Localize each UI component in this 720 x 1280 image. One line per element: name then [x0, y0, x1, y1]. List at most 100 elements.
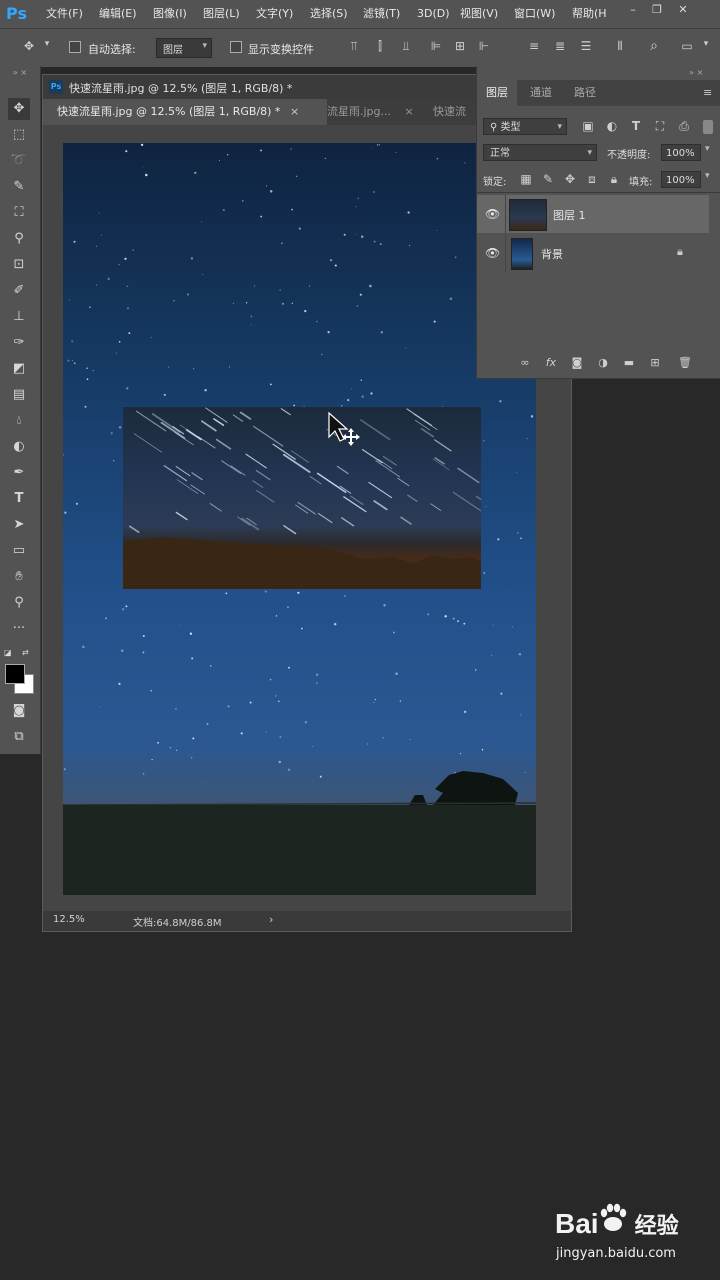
filter-toggle-icon[interactable] — [703, 120, 713, 134]
healing-tool-icon[interactable]: ⊡ — [8, 254, 30, 276]
link-layers-icon[interactable]: ∞ — [517, 356, 533, 370]
tab-channels[interactable]: 通道 — [521, 80, 561, 106]
quick-select-tool-icon[interactable]: ✎ — [8, 176, 30, 198]
type-tool-icon[interactable]: T — [8, 488, 30, 510]
menu-select[interactable]: 选择(S) — [310, 0, 348, 28]
filter-adjustment-icon[interactable]: ◐ — [605, 119, 619, 133]
opacity-input[interactable]: 100% — [661, 144, 701, 161]
align-vcenter-icon[interactable]: ⫿ — [372, 39, 388, 54]
new-layer-icon[interactable]: ⊞ — [647, 356, 663, 370]
move-tool-icon[interactable]: ✥ — [8, 98, 30, 120]
add-mask-icon[interactable]: ◙ — [569, 356, 585, 370]
distribute-left-icon[interactable]: ⦀ — [612, 39, 628, 54]
menu-3d[interactable]: 3D(D) — [417, 0, 450, 28]
stamp-tool-icon[interactable]: ⊥ — [8, 306, 30, 328]
crop-tool-icon[interactable]: ⛶ — [8, 202, 30, 224]
distribute-vcenter-icon[interactable]: ≣ — [552, 39, 568, 53]
tab-active[interactable]: 快速流星雨.jpg @ 12.5% (图层 1, RGB/8) * × — [43, 99, 327, 125]
collapse-icon[interactable]: » × — [6, 68, 34, 77]
align-right-icon[interactable]: ⊩ — [476, 39, 492, 53]
menu-file[interactable]: 文件(F) — [46, 0, 83, 28]
tab-close-icon[interactable]: × — [405, 105, 414, 118]
layer-1-image[interactable] — [123, 407, 481, 589]
default-colors-icon[interactable]: ◪ — [4, 648, 14, 658]
blend-mode-dropdown[interactable]: 正常 ▾ — [483, 144, 597, 161]
close-icon[interactable]: ✕ — [676, 4, 690, 16]
show-transform-checkbox[interactable] — [230, 41, 242, 53]
menu-layer[interactable]: 图层(L) — [203, 0, 240, 28]
dodge-tool-icon[interactable]: ◐ — [8, 436, 30, 458]
visibility-eye-icon[interactable]: 👁︎ — [485, 246, 500, 260]
fill-input[interactable]: 100% — [661, 171, 701, 188]
status-menu-arrow[interactable]: › — [269, 913, 273, 926]
restore-icon[interactable]: ❐ — [650, 4, 664, 16]
more-tools-icon[interactable]: ··· — [8, 618, 30, 640]
chevron-down-icon[interactable]: ▾ — [700, 39, 712, 49]
blur-tool-icon[interactable]: 💧︎ — [8, 410, 30, 432]
quick-mask-icon[interactable]: ◙ — [8, 700, 30, 722]
panel-collapse-icon[interactable]: » × — [689, 68, 703, 77]
eyedropper-tool-icon[interactable]: ⚲ — [8, 228, 30, 250]
hand-tool-icon[interactable]: ✋︎ — [8, 566, 30, 588]
foreground-color-swatch[interactable] — [5, 664, 25, 684]
align-top-icon[interactable]: ⫪ — [346, 39, 362, 54]
screen-mode-icon[interactable]: ⧉ — [8, 726, 30, 748]
tab-close-icon[interactable]: × — [290, 105, 299, 118]
chevron-down-icon[interactable]: ▾ — [705, 171, 710, 181]
layer-name[interactable]: 背景 — [541, 246, 563, 262]
filter-type-icon[interactable]: T — [629, 119, 643, 133]
zoom-tool-icon[interactable]: ⚲ — [8, 592, 30, 614]
chevron-down-icon[interactable]: ▾ — [42, 39, 52, 49]
layer-row-background[interactable]: 👁︎ 背景 🔒︎ — [477, 234, 709, 272]
menu-window[interactable]: 窗口(W) — [514, 0, 555, 28]
minimize-icon[interactable]: – — [626, 4, 640, 16]
brush-tool-icon[interactable]: ✐ — [8, 280, 30, 302]
filter-shape-icon[interactable]: ⛶ — [653, 119, 667, 134]
panel-menu-icon[interactable]: ≡ — [703, 80, 712, 106]
gradient-tool-icon[interactable]: ▤ — [8, 384, 30, 406]
swap-colors-icon[interactable]: ⇄ — [22, 648, 32, 658]
layer-filter-dropdown[interactable]: ⚲ 类型 ▾ — [483, 118, 567, 135]
path-select-tool-icon[interactable]: ➤ — [8, 514, 30, 536]
filter-pixel-icon[interactable]: ▣ — [581, 119, 595, 133]
tab-layers[interactable]: 图层 — [477, 80, 517, 106]
align-left-icon[interactable]: ⊫ — [428, 39, 444, 53]
eraser-tool-icon[interactable]: ◩ — [8, 358, 30, 380]
chevron-down-icon[interactable]: ▾ — [705, 144, 710, 154]
layer-name[interactable]: 图层 1 — [553, 207, 586, 223]
tab-second[interactable]: 流星雨.jpg... × — [327, 99, 414, 125]
auto-select-dropdown[interactable]: 图层 ▾ — [156, 38, 212, 58]
fx-icon[interactable]: fx — [543, 356, 559, 370]
menu-type[interactable]: 文字(Y) — [256, 0, 293, 28]
history-brush-tool-icon[interactable]: ✑ — [8, 332, 30, 354]
tab-paths[interactable]: 路径 — [565, 80, 605, 106]
menu-edit[interactable]: 编辑(E) — [99, 0, 137, 28]
align-hcenter-icon[interactable]: ⊞ — [452, 39, 468, 53]
lock-image-icon[interactable]: ✎ — [541, 172, 555, 186]
menu-image[interactable]: 图像(I) — [153, 0, 187, 28]
pen-tool-icon[interactable]: ✒ — [8, 462, 30, 484]
search-icon[interactable]: ⌕ — [646, 38, 662, 54]
menu-view[interactable]: 视图(V) — [460, 0, 498, 28]
distribute-bottom-icon[interactable]: ☰ — [578, 39, 594, 53]
new-group-icon[interactable]: ▬ — [621, 356, 637, 370]
move-tool-icon[interactable]: ✥ — [20, 39, 38, 53]
workspace-icon[interactable]: ▭ — [678, 39, 696, 53]
delete-layer-icon[interactable]: 🗑︎ — [677, 356, 693, 370]
auto-select-checkbox[interactable] — [69, 41, 81, 53]
zoom-level[interactable]: 12.5% — [53, 914, 85, 925]
tab-third[interactable]: 快速流 — [433, 99, 466, 125]
marquee-tool-icon[interactable]: ⬚ — [8, 124, 30, 146]
lock-artboard-icon[interactable]: ⧈ — [585, 172, 599, 187]
rectangle-tool-icon[interactable]: ▭ — [8, 540, 30, 562]
menu-help[interactable]: 帮助(H — [572, 0, 607, 28]
distribute-top-icon[interactable]: ≡ — [526, 39, 542, 53]
visibility-eye-icon[interactable]: 👁︎ — [485, 207, 500, 221]
lock-position-icon[interactable]: ✥ — [563, 172, 577, 186]
lock-all-icon[interactable]: 🔒︎ — [607, 172, 621, 187]
lasso-tool-icon[interactable]: ➰ — [8, 150, 30, 172]
adjustment-layer-icon[interactable]: ◑ — [595, 356, 611, 370]
filter-smart-object-icon[interactable]: ⎙ — [677, 119, 691, 134]
align-bottom-icon[interactable]: ⫫ — [398, 39, 414, 54]
layer-row-layer1[interactable]: 👁︎ 图层 1 — [477, 195, 709, 233]
